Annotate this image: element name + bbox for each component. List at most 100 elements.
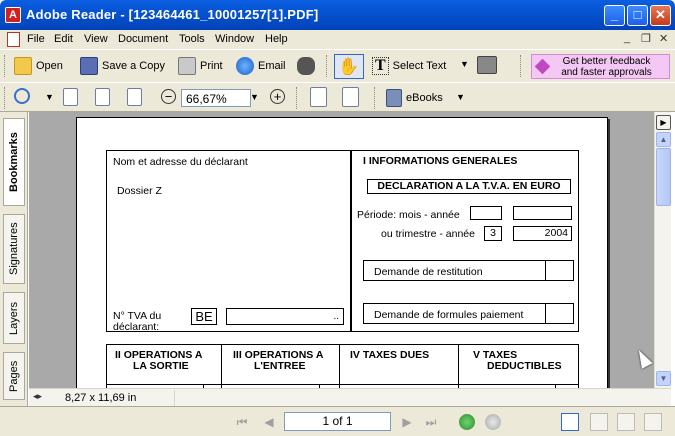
- magnifier-icon: [14, 88, 30, 104]
- tva-country-field: BE: [191, 308, 217, 325]
- last-page-icon[interactable]: ⏭: [424, 415, 438, 429]
- scroll-down-arrow-icon[interactable]: ▼: [656, 371, 671, 386]
- document-restore-button[interactable]: ❐: [641, 32, 651, 45]
- feedback-line2: and faster approvals: [561, 67, 652, 78]
- vertical-scrollbar[interactable]: ▶ ▲ ▼: [654, 112, 671, 388]
- scroll-up-arrow-icon[interactable]: ▲: [656, 132, 671, 147]
- toolbar-grip[interactable]: [4, 55, 7, 77]
- horizontal-scrollbar[interactable]: [174, 390, 671, 406]
- navigation-panel-tabs: Bookmarks Signatures Layers Pages: [0, 112, 28, 406]
- hand-icon: ✋: [338, 56, 360, 76]
- close-button[interactable]: ✕: [650, 5, 671, 26]
- hand-tool-button[interactable]: ✋: [334, 54, 364, 79]
- fit-page-icon: [95, 88, 110, 106]
- document-minimize-button[interactable]: _: [624, 32, 630, 44]
- snapshot-button[interactable]: [477, 56, 497, 74]
- page-number-field[interactable]: 1 of 1: [284, 412, 391, 431]
- formules-label: Demande de formules paiement: [374, 309, 524, 321]
- save-copy-button[interactable]: Save a Copy: [80, 57, 165, 75]
- printer-icon: [178, 57, 196, 75]
- ebooks-button[interactable]: eBooks: [386, 89, 443, 107]
- zoom-tool-dropdown-arrow[interactable]: ▼: [45, 92, 54, 102]
- adobe-reader-icon: A: [5, 7, 21, 23]
- zoom-level-input[interactable]: 66,67%: [181, 89, 251, 107]
- binoculars-icon: [297, 57, 315, 75]
- page-navigation-bar: ⏮ ◀ 1 of 1 ▶ ⏭: [0, 406, 675, 436]
- document-icon[interactable]: [7, 32, 20, 47]
- toolbar-grip[interactable]: [4, 87, 7, 109]
- previous-page-icon[interactable]: ◀: [262, 415, 276, 429]
- toolbar-grip[interactable]: [374, 87, 377, 109]
- go-back-icon[interactable]: [459, 414, 475, 430]
- table-divider: [221, 344, 222, 388]
- fit-page-button[interactable]: [95, 88, 110, 106]
- section-i-heading: I INFORMATIONS GENERALES: [363, 155, 518, 167]
- select-text-dropdown-arrow[interactable]: ▼: [460, 59, 469, 69]
- select-text-button[interactable]: T Select Text: [372, 57, 446, 75]
- email-button[interactable]: Email: [236, 57, 286, 75]
- open-button[interactable]: Open: [14, 57, 63, 75]
- menu-file[interactable]: File: [27, 33, 45, 45]
- trimestre-field: 3: [484, 226, 502, 241]
- periode-mois-field: [470, 206, 502, 220]
- floppy-disk-icon: [80, 57, 98, 75]
- continuous-facing-layout-icon[interactable]: [644, 413, 662, 431]
- periode-label: Période: mois - année: [357, 209, 460, 221]
- page-size-readout: 8,27 x 11,69 in: [65, 392, 137, 404]
- print-button[interactable]: Print: [178, 57, 223, 75]
- trimestre-label: ou trimestre - année: [381, 228, 475, 240]
- periode-annee-field: [513, 206, 572, 220]
- tab-bookmarks[interactable]: Bookmarks: [3, 118, 25, 206]
- fit-width-button[interactable]: [127, 88, 142, 106]
- menu-tools[interactable]: Tools: [179, 33, 205, 45]
- continuous-layout-icon[interactable]: [590, 413, 608, 431]
- actual-size-button[interactable]: [63, 88, 78, 106]
- pdf-page: Nom et adresse du déclarant Dossier Z N°…: [76, 117, 608, 388]
- zoom-out-button[interactable]: −: [161, 89, 176, 104]
- restitution-checkbox: [545, 260, 574, 281]
- tva-label-line2: déclarant:: [113, 321, 160, 333]
- menu-window[interactable]: Window: [215, 33, 254, 45]
- first-page-icon[interactable]: ⏮: [235, 415, 249, 429]
- rotate-clockwise-button[interactable]: [310, 87, 327, 107]
- minus-icon: −: [164, 88, 173, 104]
- zoom-tool-button[interactable]: [14, 88, 30, 104]
- zoom-level-dropdown-arrow[interactable]: ▼: [250, 92, 259, 102]
- toolbar-grip[interactable]: [520, 55, 523, 77]
- ebooks-dropdown-arrow[interactable]: ▼: [456, 92, 465, 102]
- table-divider: [339, 344, 340, 388]
- document-viewport[interactable]: Nom et adresse du déclarant Dossier Z N°…: [29, 112, 654, 388]
- toolbar-grip[interactable]: [296, 87, 299, 109]
- tab-signatures[interactable]: Signatures: [3, 214, 25, 284]
- rotate-counterclockwise-button[interactable]: [342, 87, 359, 107]
- go-forward-icon[interactable]: [485, 414, 501, 430]
- toolbar-grip[interactable]: [326, 55, 329, 77]
- table-divider: [458, 344, 459, 388]
- menu-view[interactable]: View: [84, 33, 108, 45]
- menu-edit[interactable]: Edit: [54, 33, 73, 45]
- tab-pages[interactable]: Pages: [3, 352, 25, 400]
- next-page-icon[interactable]: ▶: [400, 415, 414, 429]
- page-icon: [63, 88, 78, 106]
- zoom-in-button[interactable]: +: [270, 89, 285, 104]
- tab-layers[interactable]: Layers: [3, 292, 25, 344]
- minimize-button[interactable]: _: [604, 5, 625, 26]
- annee-field: 2004: [513, 226, 572, 241]
- feedback-promo-button[interactable]: Get better feedback and faster approvals: [531, 54, 670, 79]
- file-toolbar: Open Save a Copy Print Email ✋ T Select …: [0, 49, 675, 82]
- maximize-button[interactable]: □: [627, 5, 648, 26]
- single-page-layout-icon[interactable]: [561, 413, 579, 431]
- col-iii-line2: L'ENTREE: [254, 360, 306, 372]
- facing-layout-icon[interactable]: [617, 413, 635, 431]
- menu-help[interactable]: Help: [265, 33, 288, 45]
- next-page-arrow-icon[interactable]: ▶: [656, 115, 671, 130]
- formules-checkbox: [545, 303, 574, 324]
- menu-document[interactable]: Document: [118, 33, 168, 45]
- split-handle-icon[interactable]: ◂▸: [33, 391, 42, 402]
- vertical-scroll-thumb[interactable]: [656, 148, 671, 206]
- document-close-button[interactable]: ✕: [659, 32, 668, 45]
- declarant-label: Nom et adresse du déclarant: [113, 156, 248, 168]
- menu-bar: File Edit View Document Tools Window Hel…: [0, 30, 675, 49]
- search-button[interactable]: [297, 57, 315, 75]
- fit-width-icon: [127, 88, 142, 106]
